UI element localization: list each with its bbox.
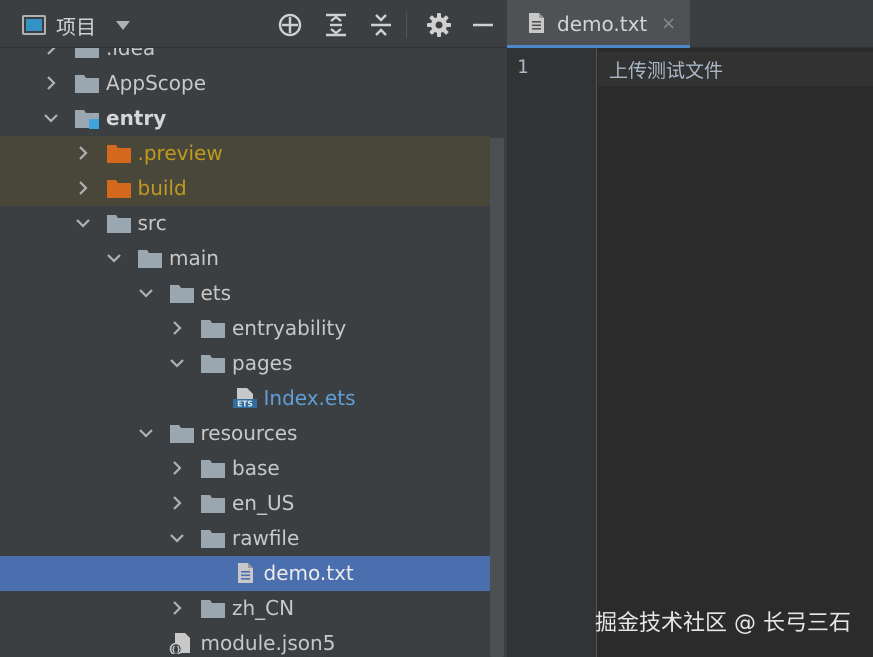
tree-item-label: entry <box>106 106 167 130</box>
tree-item-label: AppScope <box>106 71 206 95</box>
settings-gear-icon[interactable] <box>426 12 452 38</box>
tree-item-label: build <box>137 176 187 200</box>
tree-item[interactable]: en_US <box>0 486 490 521</box>
tree-item-label: pages <box>232 351 293 375</box>
tree-item-label: entryability <box>232 316 347 340</box>
chevron-down-icon[interactable] <box>169 355 185 371</box>
ide-window: 项目 .idea AppScope entry .preview build s… <box>0 0 873 657</box>
folder-icon <box>201 495 225 513</box>
tree-item-label: module.json5 <box>200 631 336 655</box>
ets-file-icon: ETS <box>232 388 257 409</box>
chevron-right-icon[interactable] <box>43 75 59 91</box>
folder-icon <box>169 425 194 443</box>
tree-item[interactable]: base <box>0 451 490 486</box>
chevron-right-icon[interactable] <box>169 320 185 336</box>
line-number: 1 <box>517 56 529 78</box>
editor-tab-bar: demo.txt × <box>507 0 873 48</box>
toolbar-divider <box>406 12 407 38</box>
chevron-right-icon[interactable] <box>169 495 185 511</box>
tree-item[interactable]: entry <box>0 101 490 136</box>
tree-item-label: demo.txt <box>263 561 354 585</box>
text-file-icon <box>529 13 544 33</box>
tree-item[interactable]: resources <box>0 416 490 451</box>
text-file-icon <box>237 563 253 583</box>
project-view-selector[interactable]: 项目 <box>22 10 130 40</box>
chevron-right-icon[interactable] <box>169 600 185 616</box>
tree-item[interactable]: demo.txt <box>0 556 490 591</box>
tab-label: demo.txt <box>557 12 648 36</box>
folder-icon <box>138 250 162 268</box>
collapse-all-icon[interactable] <box>368 12 394 38</box>
project-panel: 项目 .idea AppScope entry .preview build s… <box>0 0 507 657</box>
tree-item[interactable]: main <box>0 241 490 276</box>
chevron-down-icon[interactable] <box>75 215 91 231</box>
module-folder-icon <box>75 110 99 129</box>
project-panel-header: 项目 <box>0 0 507 48</box>
tree-item[interactable]: build <box>0 171 490 206</box>
folder-icon <box>201 320 225 338</box>
folder-icon <box>201 460 225 478</box>
chevron-down-icon[interactable] <box>169 530 185 546</box>
tree-item-label: zh_CN <box>232 596 295 620</box>
svg-text:{}: {} <box>171 646 181 654</box>
tree-item-label: main <box>169 246 219 270</box>
folder-icon <box>201 530 225 548</box>
watermark: 掘金技术社区 @ 长弓三石 <box>595 611 851 636</box>
tree-item-label: resources <box>200 421 298 445</box>
excluded-folder-icon <box>106 180 131 198</box>
line-gutter <box>507 48 597 657</box>
excluded-folder-icon <box>106 145 131 163</box>
folder-icon <box>75 48 99 58</box>
hide-panel-icon[interactable] <box>470 12 496 38</box>
project-window-icon <box>22 15 46 35</box>
chevron-right-icon[interactable] <box>43 48 59 56</box>
tree-item-label: base <box>232 456 280 480</box>
tree-item-label: .idea <box>106 48 156 60</box>
tree-item[interactable]: src <box>0 206 490 241</box>
tab-demo-txt[interactable]: demo.txt × <box>507 0 690 48</box>
tree-item[interactable]: AppScope <box>0 66 490 101</box>
folder-icon <box>201 355 225 373</box>
tree-item[interactable]: entryability <box>0 311 490 346</box>
tree-item[interactable]: zh_CN <box>0 591 490 626</box>
folder-icon <box>106 215 131 233</box>
chevron-down-icon[interactable] <box>106 250 122 266</box>
panel-title: 项目 <box>56 14 96 39</box>
tree-item-label: .preview <box>137 141 223 165</box>
json-file-icon: {} <box>169 633 190 654</box>
code-line[interactable]: 上传测试文件 <box>609 56 723 83</box>
expand-all-icon[interactable] <box>323 12 349 38</box>
tree-item-label: en_US <box>232 491 295 515</box>
tree-item-label: rawfile <box>232 526 300 550</box>
tree-item-label: ets <box>200 281 232 305</box>
tree-item-label: Index.ets <box>263 386 356 410</box>
chevron-down-icon[interactable] <box>43 110 59 126</box>
tree-scrollbar[interactable] <box>490 138 504 657</box>
tree-item[interactable]: ets <box>0 276 490 311</box>
tree-item[interactable]: rawfile <box>0 521 490 556</box>
tree-item[interactable]: {} module.json5 <box>0 626 490 657</box>
folder-icon <box>169 285 194 303</box>
chevron-down-icon[interactable] <box>138 425 154 441</box>
folder-icon <box>201 600 225 618</box>
tree-item[interactable]: ETS Index.ets <box>0 381 490 416</box>
chevron-right-icon[interactable] <box>169 460 185 476</box>
close-icon[interactable]: × <box>661 12 676 36</box>
chevron-right-icon[interactable] <box>75 145 91 161</box>
tree-item[interactable]: .preview <box>0 136 490 171</box>
svg-text:ETS: ETS <box>237 400 253 409</box>
folder-icon <box>75 75 99 93</box>
project-tree: .idea AppScope entry .preview build src main et… <box>0 48 490 657</box>
chevron-down-icon[interactable] <box>116 20 130 30</box>
chevron-down-icon[interactable] <box>138 285 154 301</box>
tree-item-label: src <box>137 211 167 235</box>
locate-icon[interactable] <box>277 12 303 38</box>
tree-item[interactable]: .idea <box>0 48 490 66</box>
chevron-right-icon[interactable] <box>75 180 91 196</box>
tree-item[interactable]: pages <box>0 346 490 381</box>
editor-area: demo.txt × 1 上传测试文件 <box>507 0 873 657</box>
